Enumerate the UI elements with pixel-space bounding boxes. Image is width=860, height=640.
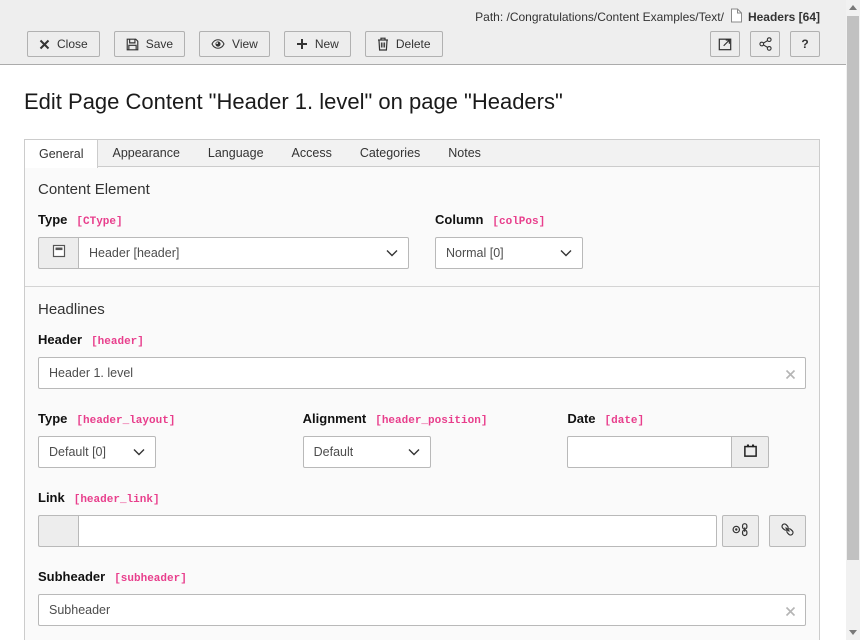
- help-button[interactable]: ?: [790, 31, 820, 57]
- field-subheader: Subheader [subheader]: [38, 569, 806, 626]
- colpos-select-value: Normal [0]: [446, 246, 504, 260]
- field-label: Type: [38, 411, 67, 426]
- scroll-down-button[interactable]: [846, 625, 860, 640]
- tab-notes[interactable]: Notes: [434, 140, 495, 166]
- field-colpos: Column [colPos] Normal [0]: [435, 212, 806, 269]
- share-icon: [759, 37, 772, 51]
- clear-icon[interactable]: [785, 604, 796, 622]
- link-explanation-icon: [731, 522, 750, 540]
- close-label: Close: [57, 37, 88, 51]
- close-icon: [39, 39, 50, 50]
- chevron-down-icon: [560, 246, 572, 260]
- docheader: Path: /Congratulations/Content Examples/…: [0, 0, 846, 65]
- field-code: [subheader]: [114, 573, 187, 585]
- record-title: Headers [64]: [748, 10, 820, 24]
- chevron-down-icon: [133, 445, 145, 459]
- share-button[interactable]: [750, 31, 780, 57]
- view-label: View: [232, 37, 258, 51]
- open-in-window-button[interactable]: [710, 31, 740, 57]
- new-label: New: [315, 37, 339, 51]
- view-button[interactable]: View: [199, 31, 270, 57]
- breadcrumb: Path: /Congratulations/Content Examples/…: [27, 6, 820, 28]
- ctype-select[interactable]: Header [header]: [78, 237, 409, 269]
- scrollbar-thumb[interactable]: [847, 16, 859, 560]
- field-code: [date]: [605, 415, 645, 427]
- content-area: Edit Page Content "Header 1. level" on p…: [0, 87, 846, 640]
- field-label: Header: [38, 332, 82, 347]
- field-header: Header [header]: [38, 332, 806, 389]
- field-code: [header_layout]: [76, 415, 175, 427]
- new-button[interactable]: New: [284, 31, 351, 57]
- header-position-select[interactable]: Default: [303, 436, 431, 468]
- open-in-window-icon: [718, 37, 732, 51]
- trash-icon: [377, 37, 389, 51]
- tab-language[interactable]: Language: [194, 140, 278, 166]
- field-code: [header_link]: [74, 494, 160, 506]
- link-browser-button[interactable]: [769, 515, 806, 547]
- field-label: Type: [38, 212, 67, 227]
- clear-icon[interactable]: [785, 367, 796, 385]
- chevron-down-icon: [386, 246, 398, 260]
- tab-general[interactable]: General: [24, 139, 98, 168]
- field-code: [CType]: [76, 216, 122, 228]
- field-date: Date [date]: [567, 411, 806, 468]
- field-label: Column: [435, 212, 483, 227]
- datepicker-button[interactable]: [731, 436, 769, 468]
- ctype-select-value: Header [header]: [89, 246, 179, 260]
- link-explanation-toggle-button[interactable]: [722, 515, 759, 547]
- header-input[interactable]: [38, 357, 806, 389]
- field-header-layout: Type [header_layout] Default [0]: [38, 411, 277, 468]
- tab-appearance[interactable]: Appearance: [98, 140, 193, 166]
- save-icon: [126, 38, 139, 51]
- help-label: ?: [801, 37, 808, 51]
- section-heading: Headlines: [38, 301, 806, 318]
- field-code: [colPos]: [492, 216, 545, 228]
- eye-icon: [211, 38, 225, 50]
- delete-label: Delete: [396, 37, 431, 51]
- subheader-input[interactable]: [38, 594, 806, 626]
- save-button[interactable]: Save: [114, 31, 185, 57]
- section-heading: Content Element: [38, 181, 806, 198]
- field-label: Subheader: [38, 569, 105, 584]
- field-label: Alignment: [303, 411, 367, 426]
- field-ctype: Type [CType] Header [heade: [38, 212, 409, 269]
- page-title: Edit Page Content "Header 1. level" on p…: [24, 87, 846, 117]
- link-input[interactable]: [78, 515, 717, 547]
- link-icon-addon: [38, 515, 78, 547]
- field-header-link: Link [header_link]: [38, 490, 806, 547]
- header-layout-select[interactable]: Default [0]: [38, 436, 156, 468]
- field-header-position: Alignment [header_position] Default: [303, 411, 542, 468]
- field-label: Date: [567, 411, 595, 426]
- vertical-scrollbar: [846, 0, 860, 640]
- section-headlines: Headlines Header [header]: [25, 286, 819, 640]
- colpos-select[interactable]: Normal [0]: [435, 237, 583, 269]
- document-icon: [729, 8, 743, 26]
- header-element-icon: [51, 243, 67, 264]
- section-content-element: Content Element Type [CType]: [25, 167, 819, 286]
- page-path: Path: /Congratulations/Content Examples/…: [475, 10, 724, 24]
- app-window: Path: /Congratulations/Content Examples/…: [0, 0, 846, 640]
- field-label: Link: [38, 490, 65, 505]
- date-input[interactable]: [567, 436, 732, 468]
- scroll-down-icon: [849, 630, 857, 635]
- close-button[interactable]: Close: [27, 31, 100, 57]
- delete-button[interactable]: Delete: [365, 31, 443, 57]
- field-code: [header_position]: [375, 415, 487, 427]
- tab-bar: General Appearance Language Access Categ…: [24, 139, 820, 167]
- plus-icon: [296, 38, 308, 50]
- calendar-icon: [743, 443, 758, 461]
- chevron-down-icon: [408, 445, 420, 459]
- header-layout-select-value: Default [0]: [49, 445, 106, 459]
- save-label: Save: [146, 37, 173, 51]
- header-position-select-value: Default: [314, 445, 354, 459]
- scroll-up-button[interactable]: [846, 0, 860, 15]
- link-icon: [780, 522, 795, 540]
- scroll-up-icon: [849, 5, 857, 10]
- tab-panel-general: Content Element Type [CType]: [24, 167, 820, 640]
- content-type-icon-addon: [38, 237, 78, 269]
- tab-access[interactable]: Access: [278, 140, 346, 166]
- field-code: [header]: [91, 336, 144, 348]
- tab-categories[interactable]: Categories: [346, 140, 434, 166]
